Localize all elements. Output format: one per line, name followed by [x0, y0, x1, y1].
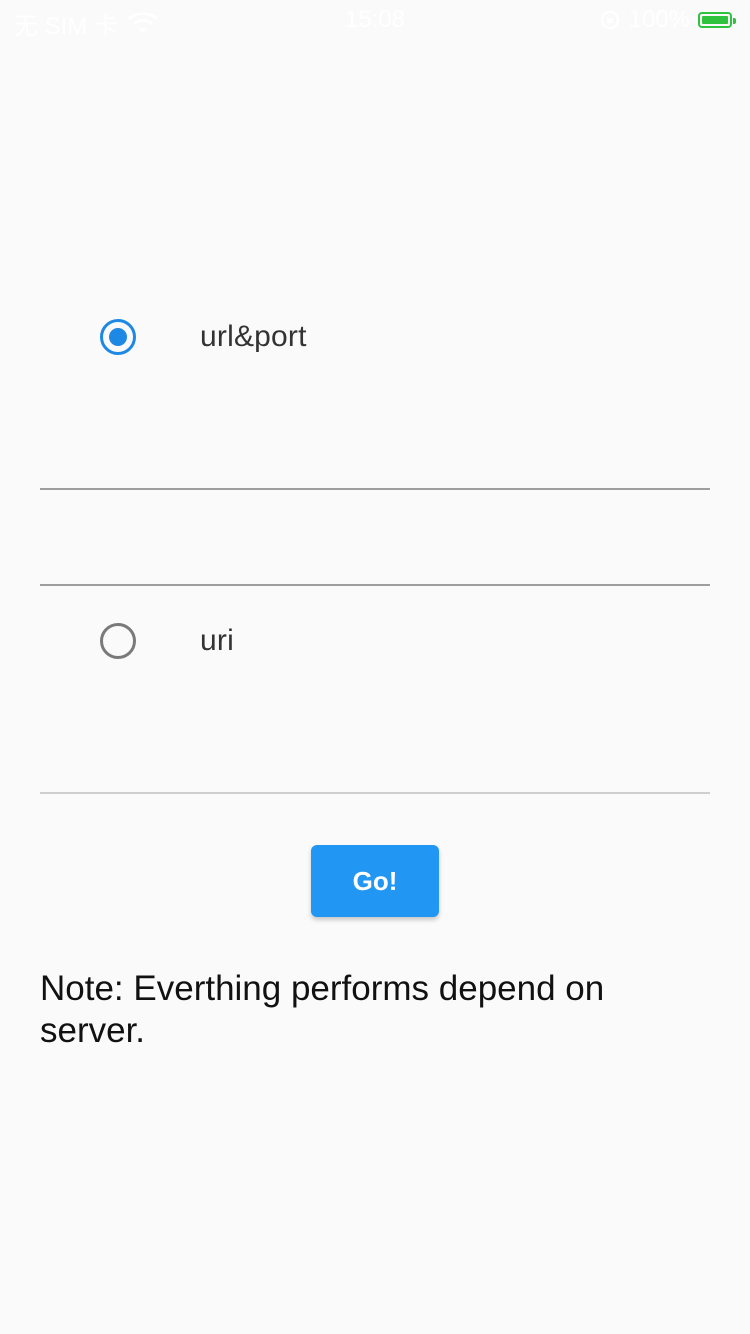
- status-bar: 无 SIM 卡 15:08 100%: [0, 0, 750, 40]
- orientation-lock-icon: [600, 10, 619, 30]
- option-url-port[interactable]: url&port: [100, 319, 307, 355]
- radio-uri[interactable]: [100, 623, 136, 659]
- uri-input[interactable]: [40, 732, 714, 794]
- go-button[interactable]: Go!: [311, 845, 439, 917]
- port-field[interactable]: [40, 524, 714, 586]
- battery-icon: [698, 12, 736, 28]
- battery-percent: 100%: [628, 6, 690, 33]
- option-uri-label: uri: [200, 624, 234, 657]
- status-right: 100%: [599, 6, 736, 34]
- port-input[interactable]: [40, 524, 714, 586]
- url-input[interactable]: [40, 428, 714, 490]
- url-field[interactable]: [40, 428, 714, 490]
- option-url-port-label: url&port: [200, 320, 307, 353]
- uri-field[interactable]: [40, 732, 714, 794]
- option-uri[interactable]: uri: [100, 623, 234, 659]
- radio-url-port[interactable]: [100, 319, 136, 355]
- note-text: Note: Everthing performs depend on serve…: [40, 969, 605, 1050]
